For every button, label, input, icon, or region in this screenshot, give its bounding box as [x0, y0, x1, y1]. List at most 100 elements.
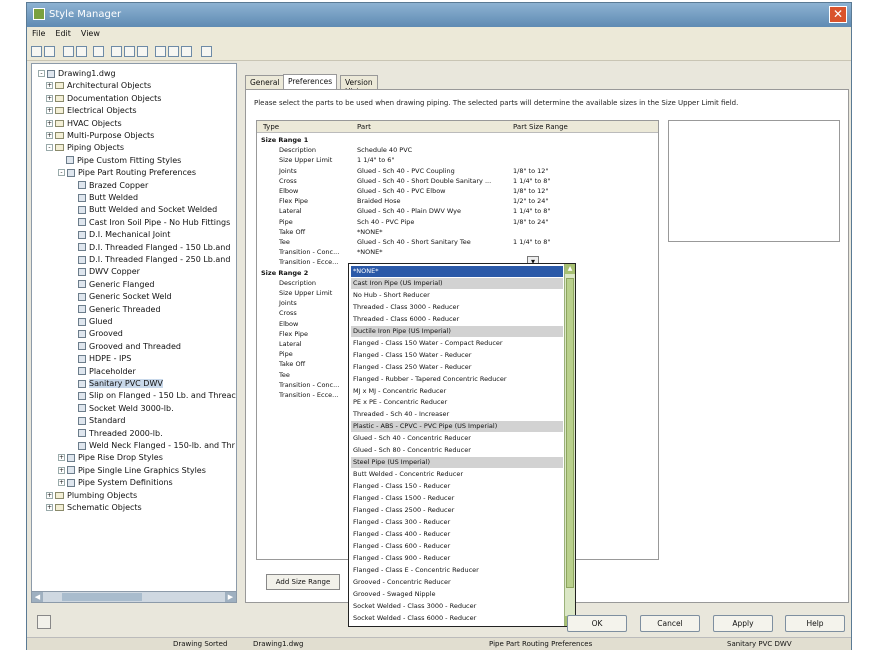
dropdown-option[interactable]: Flanged - Class 2500 - Reducer [351, 505, 563, 516]
tree-item[interactable]: Threaded 2000-lb. [78, 428, 163, 439]
grid-range-cell[interactable]: 1 1/4" to 8" [513, 237, 550, 247]
dropdown-option[interactable]: Socket Welded - Class 3000 - Reducer [351, 601, 563, 612]
expand-icon[interactable]: + [46, 132, 53, 139]
tree-item[interactable]: Grooved and Threaded [78, 341, 181, 352]
column-type[interactable]: Type [263, 123, 279, 131]
tree-item[interactable]: + Plumbing Objects [46, 490, 137, 501]
grid-type-cell[interactable]: Transition - Conc... [279, 380, 339, 390]
dropdown-option[interactable]: No Hub - Short Reducer [351, 290, 563, 301]
inline-edit-icon[interactable] [181, 46, 192, 57]
tree-item[interactable]: Generic Threaded [78, 304, 161, 315]
grid-type-cell[interactable]: Flex Pipe [279, 329, 308, 339]
grid-type-cell[interactable]: Take Off [279, 359, 305, 369]
drawing-options-icon[interactable] [37, 615, 51, 629]
grid-type-cell[interactable]: Flex Pipe [279, 196, 308, 206]
grid-group-header[interactable]: Size Range 1 [261, 135, 308, 145]
dropdown-option[interactable]: Flanged - Class E - Concentric Reducer [351, 565, 563, 576]
menu-file[interactable]: File [27, 27, 50, 40]
grid-range-cell[interactable]: 1/8" to 12" [513, 186, 548, 196]
tree-item[interactable]: + Pipe Rise Drop Styles [58, 452, 163, 463]
help-button[interactable]: Help [785, 615, 845, 632]
grid-part-cell[interactable]: Schedule 40 PVC [357, 145, 412, 155]
grid-type-cell[interactable]: Tee [279, 370, 290, 380]
open-icon[interactable] [44, 46, 55, 57]
grid-range-cell[interactable]: 1 1/4" to 8" [513, 176, 550, 186]
dropdown-scrollbar[interactable]: ▲ ▼ [564, 264, 575, 626]
grid-group-header[interactable]: Size Range 2 [261, 268, 308, 278]
dropdown-option[interactable]: Flanged - Class 150 - Reducer [351, 481, 563, 492]
grid-type-cell[interactable]: Lateral [279, 339, 302, 349]
grid-type-cell[interactable]: Elbow [279, 186, 298, 196]
grid-type-cell[interactable]: Cross [279, 176, 297, 186]
tree-item[interactable]: - Piping Objects [46, 142, 124, 153]
tree-item[interactable]: Placeholder [78, 366, 136, 377]
grid-type-cell[interactable]: Transition - Ecce... [279, 390, 338, 400]
ok-button[interactable]: OK [567, 615, 627, 632]
tab-general[interactable]: General [245, 75, 285, 89]
tree-item[interactable]: Weld Neck Flanged - 150-lb. and Thr [78, 440, 235, 451]
grid-type-cell[interactable]: Joints [279, 166, 297, 176]
menu-view[interactable]: View [76, 27, 105, 40]
dropdown-option[interactable]: Flanged - Class 600 - Reducer [351, 541, 563, 552]
tree-item[interactable]: D.I. Mechanical Joint [78, 229, 170, 240]
tree-item[interactable]: HDPE - IPS [78, 353, 131, 364]
dropdown-option[interactable]: Butt Welded - Concentric Reducer [351, 469, 563, 480]
dropdown-option[interactable]: Grooved - Concentric Reducer [351, 577, 563, 588]
collapse-icon[interactable]: - [58, 169, 65, 177]
expand-icon[interactable]: + [46, 82, 53, 90]
dropdown-option[interactable]: Glued - Sch 40 - Concentric Reducer [351, 433, 563, 444]
tree-item[interactable]: Socket Weld 3000-lb. [78, 403, 174, 414]
tree-item[interactable]: Butt Welded [78, 192, 138, 203]
grid-part-cell[interactable]: Glued - Sch 40 - PVC Coupling [357, 166, 455, 176]
dropdown-option[interactable]: Flanged - Class 400 - Reducer [351, 529, 563, 540]
style-tree[interactable]: - Drawing1.dwg + Architectural Objects + Docu… [31, 63, 237, 603]
tree-item[interactable]: + Electrical Objects [46, 105, 137, 116]
apply-button[interactable]: Apply [713, 615, 773, 632]
tree-item[interactable]: Sanitary PVC DWV [78, 378, 163, 389]
purge-icon[interactable] [93, 46, 104, 57]
dropdown-option[interactable]: Threaded - Class 6000 - Reducer [351, 314, 563, 325]
grid-type-cell[interactable]: Pipe [279, 349, 293, 359]
tree-item[interactable]: D.I. Threaded Flanged - 250 Lb.and [78, 254, 230, 265]
grid-range-cell[interactable]: 1/2" to 24" [513, 196, 548, 206]
scroll-left-icon[interactable]: ◀ [32, 592, 43, 602]
grid-type-cell[interactable]: Transition - Conc... [279, 247, 339, 257]
dropdown-option[interactable]: Flanged - Class 1500 - Reducer [351, 493, 563, 504]
tree-item[interactable]: DWV Copper [78, 266, 140, 277]
grid-part-cell[interactable]: *NONE* [357, 247, 382, 257]
dropdown-option[interactable]: *NONE* [351, 266, 563, 277]
dropdown-option[interactable]: Socket Welded - Class 6000 - Reducer [351, 613, 563, 624]
tree-item[interactable]: + Schematic Objects [46, 502, 142, 513]
close-button[interactable]: ✕ [829, 6, 847, 23]
grid-range-cell[interactable]: 1/8" to 12" [513, 166, 548, 176]
grid-part-cell[interactable]: Glued - Sch 40 - PVC Elbow [357, 186, 446, 196]
grid-part-cell[interactable]: Sch 40 - PVC Pipe [357, 217, 414, 227]
help-icon[interactable] [201, 46, 212, 57]
expand-icon[interactable]: + [46, 107, 53, 115]
grid-type-cell[interactable]: Elbow [279, 319, 298, 329]
expand-icon[interactable]: + [46, 504, 53, 511]
toggle-view-icon[interactable] [155, 46, 166, 57]
tree-item[interactable]: Glued [78, 316, 113, 327]
scroll-thumb[interactable] [62, 593, 142, 601]
grid-type-cell[interactable]: Transition - Ecce... [279, 257, 338, 267]
dropdown-option[interactable]: Grooved - Swaged Nipple [351, 589, 563, 600]
expand-icon[interactable]: + [58, 454, 65, 462]
grid-type-cell[interactable]: Cross [279, 308, 297, 318]
grid-part-cell[interactable]: Glued - Sch 40 - Short Sanitary Tee [357, 237, 471, 247]
dropdown-option[interactable]: PE x PE - Concentric Reducer [351, 397, 563, 408]
tree-item[interactable]: - Drawing1.dwg [38, 68, 116, 79]
grid-type-cell[interactable]: Tee [279, 237, 290, 247]
dropdown-option[interactable]: Flanged - Class 900 - Reducer [351, 553, 563, 564]
grid-part-cell[interactable]: Glued - Sch 40 - Plain DWV Wye [357, 206, 461, 216]
tree-item[interactable]: Standard [78, 415, 125, 426]
grid-part-cell[interactable]: Braided Hose [357, 196, 401, 206]
tree-item[interactable]: Pipe Custom Fitting Styles [66, 155, 181, 166]
tree-item[interactable]: D.I. Threaded Flanged - 150 Lb.and [78, 242, 230, 253]
grid-type-cell[interactable]: Lateral [279, 206, 302, 216]
tree-item[interactable]: Cast Iron Soil Pipe - No Hub Fittings [78, 217, 230, 228]
grid-type-cell[interactable]: Pipe [279, 217, 293, 227]
tree-horizontal-scrollbar[interactable]: ◀ ▶ [31, 591, 237, 603]
add-size-range-button[interactable]: Add Size Range [266, 574, 340, 590]
scroll-right-icon[interactable]: ▶ [225, 592, 236, 602]
